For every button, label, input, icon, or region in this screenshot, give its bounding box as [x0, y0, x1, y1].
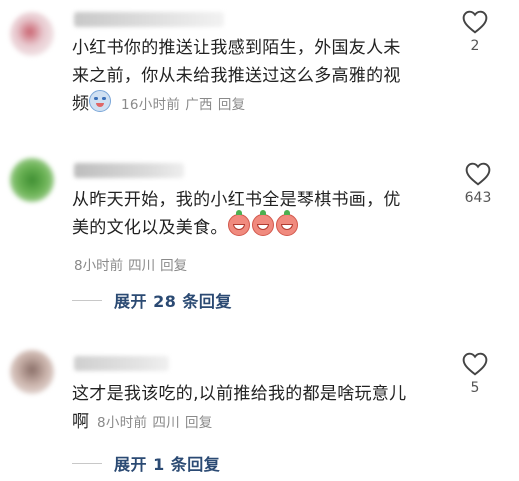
comment-line-text: 啊 — [72, 412, 90, 432]
avatar[interactable] — [10, 350, 54, 394]
username[interactable] — [74, 356, 169, 371]
comment-text: 这才是我该吃的,以前推给我的都是啥玩意儿 啊 8小时前 四川 回复 — [72, 380, 452, 437]
comment-time: 8小时前 — [74, 258, 124, 274]
comment-meta: 8小时前 四川 回复 — [74, 254, 192, 274]
expand-replies-button[interactable]: 展开 1 条回复 — [72, 451, 220, 475]
comment-text: 从昨天开始，我的小红书全是琴棋书画，优 美的文化以及美食。 — [72, 186, 452, 242]
divider-line — [72, 462, 102, 464]
reply-button[interactable]: 回复 — [185, 415, 213, 431]
expand-replies-label[interactable]: 展开 28 条回复 — [114, 288, 232, 312]
laughing-emoji-icon — [251, 210, 274, 236]
expand-replies-button[interactable]: 展开 28 条回复 — [72, 288, 232, 312]
comment-line-last: 美的文化以及美食。 — [72, 210, 452, 242]
comment-meta: 8小时前 四川 回复 — [97, 415, 218, 431]
comment-time: 16小时前 — [121, 97, 181, 113]
comment-location: 四川 — [128, 258, 156, 274]
laughing-emoji-icon — [275, 210, 298, 236]
crying-emoji-icon — [89, 90, 112, 112]
comment-line: 小红书你的推送让我感到陌生，外国友人未 — [72, 38, 401, 58]
comment-line: 来之前，你从未给我推送过这么多高雅的视 — [72, 66, 401, 86]
reply-button[interactable]: 回复 — [160, 258, 187, 274]
laughing-emoji-icon — [227, 210, 250, 236]
like-button[interactable]: 5 — [455, 352, 495, 396]
comment-text: 小红书你的推送让我感到陌生，外国友人未 来之前，你从未给我推送过这么多高雅的视 … — [72, 34, 452, 119]
comment-location: 四川 — [152, 415, 180, 431]
comment-line-text: 频 — [72, 94, 90, 114]
heart-icon — [462, 10, 488, 34]
avatar[interactable] — [10, 12, 54, 56]
username[interactable] — [74, 12, 224, 27]
comment-line-text: 美的文化以及美食。 — [72, 218, 228, 238]
comment-line-last: 啊 8小时前 四川 回复 — [72, 408, 452, 437]
expand-replies-label[interactable]: 展开 1 条回复 — [114, 451, 220, 475]
comment-line: 这才是我该吃的,以前推给我的都是啥玩意儿 — [72, 384, 407, 404]
heart-icon — [462, 352, 488, 376]
comment-meta: 16小时前 广西 回复 — [121, 97, 250, 113]
comment-location: 广西 — [185, 97, 213, 113]
heart-icon — [465, 162, 491, 186]
reply-button[interactable]: 回复 — [218, 97, 246, 113]
divider-line — [72, 299, 102, 301]
username[interactable] — [74, 163, 184, 178]
like-count: 643 — [464, 190, 492, 206]
comment-time: 8小时前 — [97, 415, 148, 431]
comment-line-last: 频 16小时前 广西 回复 — [72, 90, 452, 119]
like-button[interactable]: 2 — [455, 10, 495, 54]
avatar[interactable] — [10, 158, 54, 202]
like-count: 5 — [470, 380, 480, 396]
like-button[interactable]: 643 — [453, 162, 503, 206]
like-count: 2 — [470, 38, 480, 54]
